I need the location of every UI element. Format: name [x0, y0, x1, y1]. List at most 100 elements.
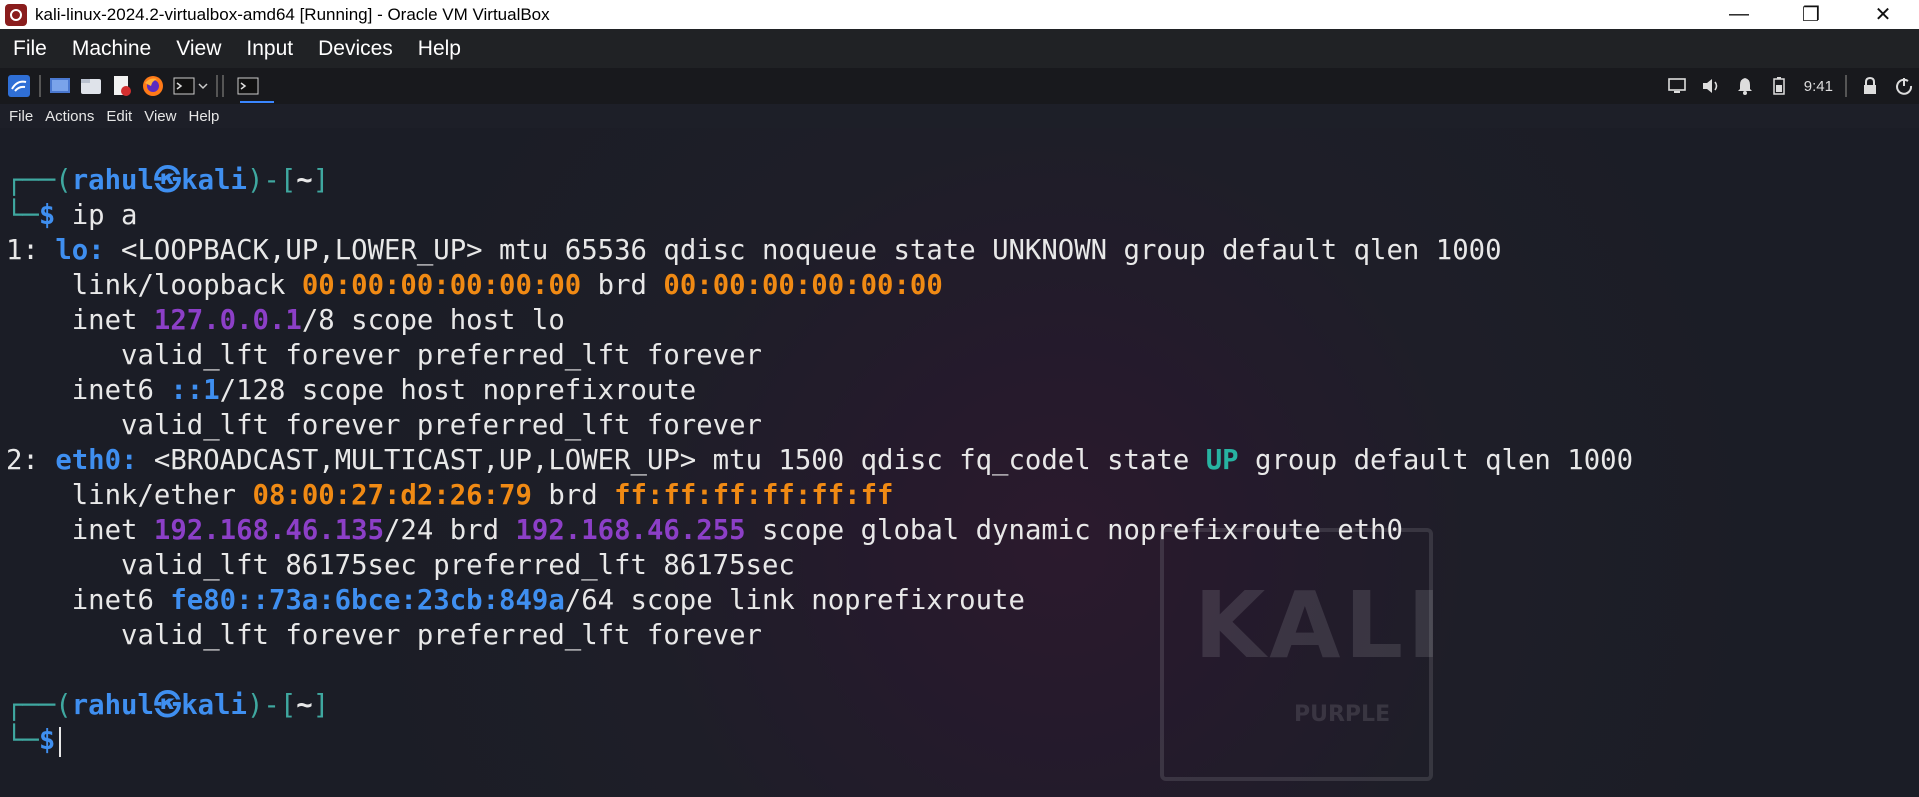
ipv6-address: ::1 [170, 375, 220, 406]
output-line: inet 192.168.46.135/24 brd 192.168.46.25… [6, 513, 1403, 548]
output-line: valid_lft forever preferred_lft forever [6, 620, 762, 651]
terminal-icon[interactable] [172, 74, 196, 98]
command-line[interactable]: └─$ [6, 723, 62, 758]
active-window-indicator [240, 101, 274, 103]
terminal-output-area[interactable]: KALI PURPLE ┌──(rahul㉿kali)-[~] └─$ ip a… [0, 128, 1919, 797]
wallpaper-logo-subtext: PURPLE [1294, 702, 1391, 727]
battery-icon[interactable] [1768, 75, 1790, 97]
wallpaper-logo-text: KALI [1194, 572, 1446, 679]
ipv4-address: 127.0.0.1 [153, 305, 302, 336]
prompt-user: rahul [71, 165, 154, 196]
output-text: inet6 [6, 585, 171, 616]
window-title: kali-linux-2024.2-virtualbox-amd64 [Runn… [35, 4, 550, 24]
power-icon[interactable] [1893, 75, 1915, 97]
kali-top-panel: 9:41 [0, 68, 1919, 104]
output-line: 2: eth0: <BROADCAST,MULTICAST,UP,LOWER_U… [6, 443, 1633, 478]
output-line: valid_lft forever preferred_lft forever [6, 340, 762, 371]
display-icon[interactable] [1666, 75, 1688, 97]
interface-flags: <BROADCAST,MULTICAST,UP,LOWER_UP> mtu 15… [137, 445, 1206, 476]
prompt-at-symbol: ㉿ [153, 165, 182, 196]
window-controls: — ❐ ✕ [1703, 0, 1919, 29]
interface-state: UP [1205, 445, 1239, 476]
kali-menu-icon[interactable] [7, 74, 31, 98]
output-line: 1: lo: <LOOPBACK,UP,LOWER_UP> mtu 65536 … [6, 233, 1502, 268]
prompt-bracket: )-[ [246, 690, 297, 721]
panel-separator [39, 75, 41, 97]
broadcast-mac: ff:ff:ff:ff:ff:ff [614, 480, 894, 511]
output-text: /64 scope link noprefixroute [564, 585, 1025, 616]
terminal-menu-actions[interactable]: Actions [45, 108, 94, 125]
prompt-bracket: ] [312, 165, 330, 196]
ipv4-address: 192.168.46.135 [153, 515, 384, 546]
output-text: group default qlen 1000 [1238, 445, 1633, 476]
output-text: inet6 [6, 375, 171, 406]
panel-separator [216, 75, 218, 97]
mac-address: 08:00:27:d2:26:79 [252, 480, 532, 511]
prompt-corner: └─ [6, 200, 39, 231]
terminal-menu-view[interactable]: View [144, 108, 176, 125]
prompt-at-symbol: ㉿ [153, 690, 182, 721]
vbox-menu-machine[interactable]: Machine [63, 37, 163, 61]
terminal-menu-edit[interactable]: Edit [106, 108, 132, 125]
lock-icon[interactable] [1859, 75, 1881, 97]
terminal-menubar: File Actions Edit View Help [0, 104, 1919, 128]
prompt-dollar: $ [38, 725, 56, 756]
prompt-user: rahul [71, 690, 154, 721]
prompt-line: ┌──(rahul㉿kali)-[~] [6, 163, 329, 198]
panel-separator [222, 75, 224, 97]
restore-button[interactable]: ❐ [1775, 0, 1847, 29]
firefox-icon[interactable] [141, 74, 165, 98]
interface-index: 1: [6, 235, 56, 266]
virtualbox-app-icon [5, 3, 27, 26]
kali-purple-wallpaper-logo: KALI PURPLE [1160, 528, 1441, 781]
vbox-menu-file[interactable]: File [4, 37, 59, 61]
broadcast-mac: 00:00:00:00:00:00 [663, 270, 943, 301]
close-button[interactable]: ✕ [1847, 0, 1919, 29]
panel-separator [1845, 75, 1847, 97]
prompt-line: ┌──(rahul㉿kali)-[~] [6, 688, 329, 723]
text-cursor [59, 726, 62, 757]
output-text: link/loopback [6, 270, 302, 301]
interface-flags: <LOOPBACK,UP,LOWER_UP> mtu 65536 qdisc n… [104, 235, 1502, 266]
ipv6-address: fe80::73a:6bce:23cb:849a [170, 585, 565, 616]
chevron-down-icon[interactable] [198, 74, 208, 98]
output-text: inet [6, 305, 154, 336]
output-line: inet6 ::1/128 scope host noprefixroute [6, 373, 697, 408]
prompt-corner: └─ [6, 725, 39, 756]
output-line: valid_lft 86175sec preferred_lft 86175se… [6, 550, 795, 581]
terminal-menu-help[interactable]: Help [188, 108, 219, 125]
vbox-menu-help[interactable]: Help [409, 37, 473, 61]
file-manager-icon[interactable] [79, 74, 103, 98]
prompt-host: kali [181, 165, 247, 196]
minimize-button[interactable]: — [1703, 0, 1775, 29]
prompt-bracket: )-[ [246, 165, 297, 196]
vbox-menu-input[interactable]: Input [237, 37, 305, 61]
interface-name: eth0: [55, 445, 138, 476]
mac-address: 00:00:00:00:00:00 [301, 270, 582, 301]
prompt-corner: ┌──( [6, 690, 72, 721]
output-line: link/ether 08:00:27:d2:26:79 brd ff:ff:f… [6, 478, 894, 513]
command-line: └─$ ip a [6, 198, 137, 233]
prompt-host: kali [181, 690, 247, 721]
prompt-directory: ~ [296, 165, 313, 196]
terminal-window-button[interactable] [236, 74, 260, 98]
notification-bell-icon[interactable] [1734, 75, 1756, 97]
output-text: scope global dynamic noprefixroute eth0 [745, 515, 1403, 546]
prompt-directory: ~ [296, 690, 313, 721]
panel-tray: 9:41 [1654, 75, 1919, 97]
prompt-dollar: $ [38, 200, 56, 231]
interface-name: lo: [55, 235, 105, 266]
desktop-icon[interactable] [48, 74, 72, 98]
output-text: /128 scope host noprefixroute [219, 375, 697, 406]
output-line: link/loopback 00:00:00:00:00:00 brd 00:0… [6, 268, 943, 303]
vbox-menu-view[interactable]: View [167, 37, 233, 61]
virtualbox-menubar: File Machine View Input Devices Help [0, 29, 1919, 68]
panel-clock[interactable]: 9:41 [1804, 78, 1833, 95]
volume-icon[interactable] [1700, 75, 1722, 97]
command-text: ip a [55, 200, 138, 231]
text-editor-icon[interactable] [110, 74, 134, 98]
prompt-bracket: ] [312, 690, 330, 721]
output-line: valid_lft forever preferred_lft forever [6, 410, 762, 441]
terminal-menu-file[interactable]: File [9, 108, 33, 125]
vbox-menu-devices[interactable]: Devices [309, 37, 405, 61]
